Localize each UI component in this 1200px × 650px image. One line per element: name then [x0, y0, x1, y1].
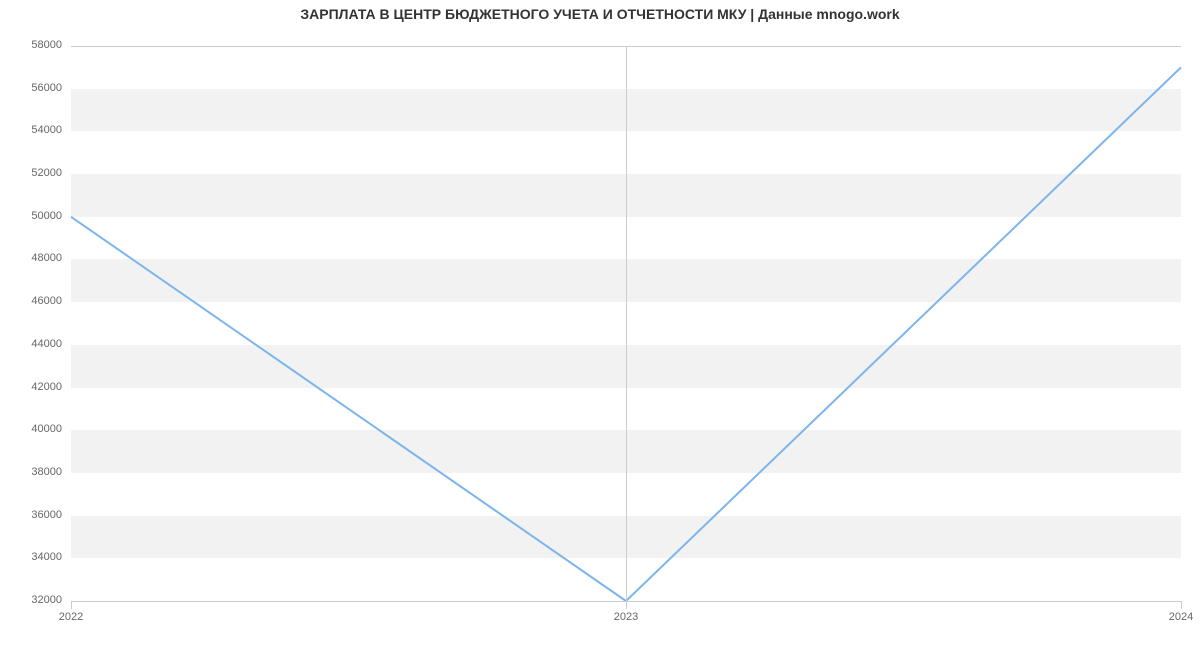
y-tick-label: 46000 — [31, 295, 62, 307]
crosshair-line — [626, 46, 627, 601]
y-tick-label: 52000 — [31, 167, 62, 179]
chart-title: ЗАРПЛАТА В ЦЕНТР БЮДЖЕТНОГО УЧЕТА И ОТЧЕ… — [0, 6, 1200, 22]
y-tick-label: 38000 — [31, 466, 62, 478]
y-tick-label: 32000 — [31, 594, 62, 606]
x-tick-label: 2022 — [59, 611, 83, 623]
y-tick-label: 40000 — [31, 423, 62, 435]
y-tick-label: 36000 — [31, 509, 62, 521]
y-tick-label: 50000 — [31, 210, 62, 222]
plot-area[interactable]: 202220232024 — [70, 45, 1182, 602]
y-tick-label: 48000 — [31, 252, 62, 264]
y-tick-label: 44000 — [31, 338, 62, 350]
x-tick — [1181, 601, 1182, 609]
y-tick-label: 56000 — [31, 82, 62, 94]
y-tick-label: 58000 — [31, 39, 62, 51]
y-tick-label: 34000 — [31, 551, 62, 563]
x-tick — [71, 601, 72, 609]
x-tick — [626, 601, 627, 609]
chart-container: ЗАРПЛАТА В ЦЕНТР БЮДЖЕТНОГО УЧЕТА И ОТЧЕ… — [0, 0, 1200, 650]
x-tick-label: 2023 — [614, 611, 638, 623]
y-tick-label: 54000 — [31, 124, 62, 136]
y-tick-label: 42000 — [31, 381, 62, 393]
x-tick-label: 2024 — [1169, 611, 1193, 623]
